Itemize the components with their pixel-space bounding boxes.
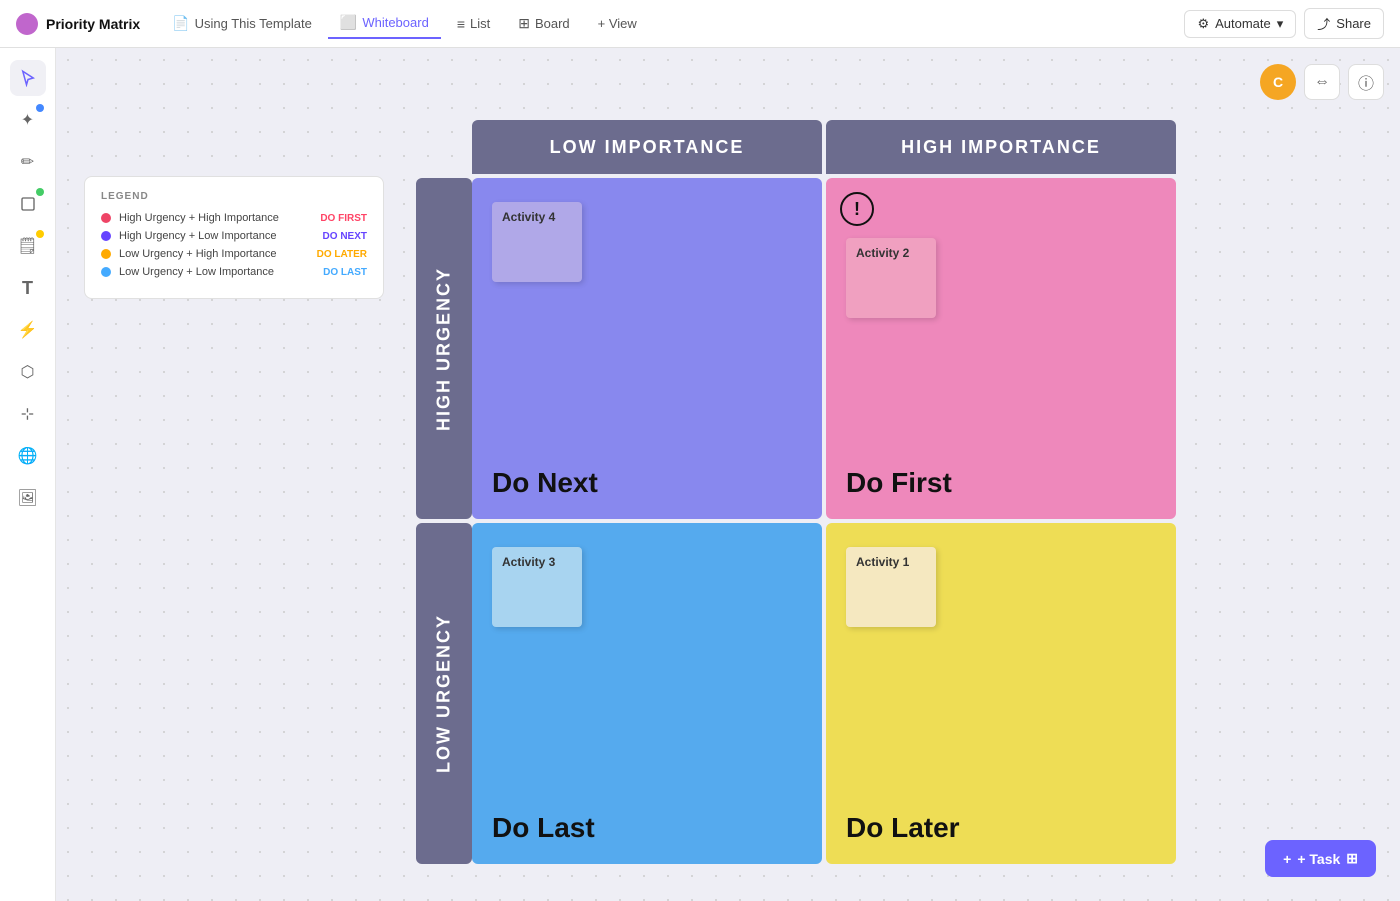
sidebar-item-image[interactable]: 🖼 <box>10 480 46 516</box>
sidebar-item-ai[interactable]: ⊹ <box>10 396 46 432</box>
legend-text-last: Low Urgency + Low Importance <box>119 266 315 278</box>
cell-label-do-later: Do Later <box>846 812 960 844</box>
list-icon: ≡ <box>457 16 465 32</box>
grid-icon: ⊞ <box>1346 850 1358 867</box>
legend-badge-first: DO FIRST <box>320 213 367 224</box>
doc-icon: 📄 <box>172 15 189 32</box>
legend-row-last: Low Urgency + Low Importance DO LAST <box>101 266 367 278</box>
ai-icon: ⊹ <box>21 404 34 424</box>
sidebar: ✦ ✏ 🗒 T ⚡ ⬡ ⊹ 🌐 🖼 <box>0 48 56 901</box>
tab-whiteboard[interactable]: ⬜ Whiteboard <box>328 8 441 39</box>
automate-button[interactable]: ⚙ Automate ▾ <box>1184 10 1296 38</box>
sidebar-item-magic[interactable]: ✦ <box>10 102 46 138</box>
cell-label-do-next: Do Next <box>492 467 598 499</box>
fit-view-button[interactable]: ⇔ <box>1304 64 1340 100</box>
legend-badge-later: DO LATER <box>317 249 367 260</box>
fit-icon: ⇔ <box>1314 73 1330 91</box>
row-labels: HIGH URGENCY LOW URGENCY <box>416 178 472 864</box>
user-avatar: C <box>1260 64 1296 100</box>
legend-dot-later <box>101 249 111 259</box>
exclamation-icon: ! <box>840 192 874 226</box>
whiteboard-icon: ⬜ <box>340 14 357 31</box>
connect-icon: ⬡ <box>21 362 35 382</box>
tab-using-template[interactable]: 📄 Using This Template <box>160 9 324 38</box>
priority-matrix: LOW IMPORTANCE HIGH IMPORTANCE HIGH URGE… <box>416 120 1176 860</box>
cell-label-do-first: Do First <box>846 467 952 499</box>
legend-dot-first <box>101 213 111 223</box>
col-header-low: LOW IMPORTANCE <box>472 120 822 174</box>
globe-icon: 🌐 <box>18 446 38 466</box>
sidebar-item-pen[interactable]: ✏ <box>10 144 46 180</box>
legend-text-first: High Urgency + High Importance <box>119 212 312 224</box>
sidebar-item-cursor[interactable] <box>10 60 46 96</box>
plus-icon: + <box>1283 851 1291 867</box>
sticky-activity3[interactable]: Activity 3 <box>492 547 582 627</box>
magic-icon: ✦ <box>21 110 34 130</box>
dot-indicator <box>36 104 44 112</box>
dot-indicator-green <box>36 188 44 196</box>
add-task-button[interactable]: + + Task ⊞ <box>1265 840 1376 877</box>
legend-dot-next <box>101 231 111 241</box>
sticky-activity1[interactable]: Activity 1 <box>846 547 936 627</box>
app-title: Priority Matrix <box>46 16 140 32</box>
legend-row-next: High Urgency + Low Importance DO NEXT <box>101 230 367 242</box>
dot-indicator-yellow <box>36 230 44 238</box>
sticky-activity2[interactable]: Activity 2 <box>846 238 936 318</box>
board-icon: ⊞ <box>518 15 530 32</box>
draw-icon: ⚡ <box>18 320 38 340</box>
chevron-down-icon: ▾ <box>1277 16 1284 32</box>
legend-box: LEGEND High Urgency + High Importance DO… <box>84 176 384 299</box>
tab-list[interactable]: ≡ List <box>445 10 502 38</box>
sidebar-item-text[interactable]: T <box>10 270 46 306</box>
cell-do-later[interactable]: Activity 1 Do Later <box>826 523 1176 864</box>
text-icon: T <box>22 278 33 299</box>
automate-icon: ⚙ <box>1197 16 1209 32</box>
matrix-body: HIGH URGENCY LOW URGENCY Activity 4 Do N… <box>416 178 1176 864</box>
sidebar-item-draw[interactable]: ⚡ <box>10 312 46 348</box>
cell-do-next[interactable]: Activity 4 Do Next <box>472 178 822 519</box>
legend-row-later: Low Urgency + High Importance DO LATER <box>101 248 367 260</box>
legend-text-later: Low Urgency + High Importance <box>119 248 309 260</box>
topnav: Priority Matrix 📄 Using This Template ⬜ … <box>0 0 1400 48</box>
sidebar-item-note[interactable]: 🗒 <box>10 228 46 264</box>
tab-view[interactable]: + View <box>586 10 649 37</box>
main-canvas[interactable]: C ⇔ ⓘ LEGEND High Urgency + High Importa… <box>56 48 1400 901</box>
pen-icon: ✏ <box>21 152 34 172</box>
share-button[interactable]: ⤴ Share <box>1304 8 1384 39</box>
matrix-cells: Activity 4 Do Next ! Activity 2 Do First… <box>472 178 1176 864</box>
legend-badge-next: DO NEXT <box>323 231 367 242</box>
legend-row-first: High Urgency + High Importance DO FIRST <box>101 212 367 224</box>
sidebar-item-shapes[interactable] <box>10 186 46 222</box>
sticky-activity4[interactable]: Activity 4 <box>492 202 582 282</box>
note-icon: 🗒 <box>17 236 37 256</box>
info-icon: ⓘ <box>1358 70 1374 94</box>
col-header-high: HIGH IMPORTANCE <box>826 120 1176 174</box>
legend-badge-last: DO LAST <box>323 267 367 278</box>
cell-label-do-last: Do Last <box>492 812 595 844</box>
row-label-high: HIGH URGENCY <box>416 178 472 519</box>
tab-board[interactable]: ⊞ Board <box>506 9 581 38</box>
legend-text-next: High Urgency + Low Importance <box>119 230 315 242</box>
legend-dot-last <box>101 267 111 277</box>
cell-do-last[interactable]: Activity 3 Do Last <box>472 523 822 864</box>
row-label-low: LOW URGENCY <box>416 523 472 864</box>
sidebar-item-globe[interactable]: 🌐 <box>10 438 46 474</box>
cell-do-first[interactable]: ! Activity 2 Do First <box>826 178 1176 519</box>
legend-title: LEGEND <box>101 191 367 202</box>
nav-right: ⚙ Automate ▾ ⤴ Share <box>1184 8 1384 39</box>
info-button[interactable]: ⓘ <box>1348 64 1384 100</box>
share-icon: ⤴ <box>1317 14 1330 33</box>
image-icon: 🖼 <box>17 488 37 508</box>
top-right-controls: C ⇔ ⓘ <box>1260 64 1384 100</box>
app-logo <box>16 13 38 35</box>
col-headers: LOW IMPORTANCE HIGH IMPORTANCE <box>472 120 1176 174</box>
sidebar-item-connect[interactable]: ⬡ <box>10 354 46 390</box>
